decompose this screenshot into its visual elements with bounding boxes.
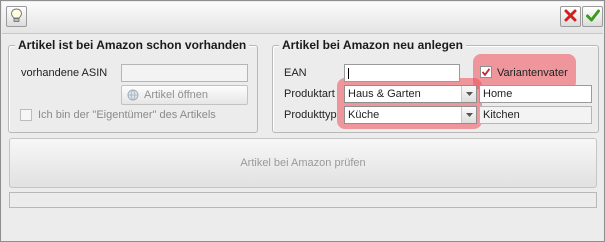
owner-checkbox-label: Ich bin der "Eigentümer" des Artikels bbox=[38, 109, 216, 121]
green-check-icon bbox=[585, 9, 600, 25]
check-amazon-button[interactable]: Artikel bei Amazon prüfen bbox=[9, 138, 597, 188]
new-article-group-title: Artikel bei Amazon neu anlegen bbox=[279, 38, 466, 52]
red-x-icon bbox=[564, 9, 577, 25]
globe-icon bbox=[127, 89, 139, 101]
lightbulb-icon bbox=[10, 7, 23, 26]
close-button[interactable] bbox=[560, 6, 581, 27]
produkttyp-mapped-field[interactable]: Kitchen bbox=[479, 106, 592, 124]
produktart-mapped-field[interactable]: Home bbox=[479, 85, 592, 103]
open-article-label: Artikel öffnen bbox=[144, 89, 209, 101]
dialog-window: Artikel ist bei Amazon schon vorhanden v… bbox=[0, 0, 605, 242]
produkttyp-select[interactable]: Küche bbox=[344, 106, 477, 124]
ean-field[interactable] bbox=[344, 64, 460, 82]
asin-field[interactable] bbox=[121, 64, 248, 82]
produkttyp-label: Produkttyp bbox=[284, 109, 337, 121]
existing-article-group-title: Artikel ist bei Amazon schon vorhanden bbox=[15, 38, 250, 52]
chevron-down-icon[interactable] bbox=[461, 86, 476, 102]
asin-label: vorhandene ASIN bbox=[21, 67, 108, 79]
open-article-button[interactable]: Artikel öffnen bbox=[121, 85, 248, 105]
variant-checkbox[interactable] bbox=[480, 66, 492, 78]
status-bar bbox=[9, 192, 597, 208]
ean-label: EAN bbox=[284, 67, 307, 79]
produktart-label: Produktart bbox=[284, 88, 335, 100]
check-amazon-button-label: Artikel bei Amazon prüfen bbox=[240, 157, 366, 169]
chevron-down-icon[interactable] bbox=[461, 107, 476, 123]
produktart-select[interactable]: Haus & Garten bbox=[344, 85, 477, 103]
owner-checkbox[interactable] bbox=[20, 109, 32, 121]
hint-button[interactable] bbox=[6, 6, 27, 27]
toolbar bbox=[2, 2, 603, 34]
variant-checkbox-label: Variantenvater bbox=[497, 67, 568, 79]
confirm-button[interactable] bbox=[582, 6, 603, 27]
